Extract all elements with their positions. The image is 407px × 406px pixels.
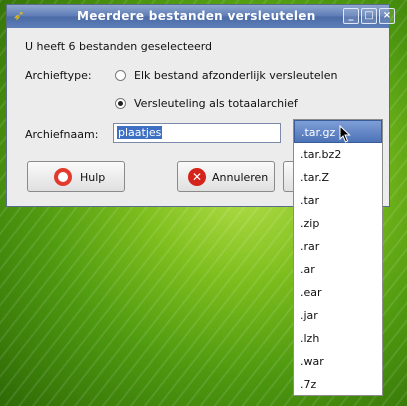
dropdown-option[interactable]: .ear: [294, 281, 382, 304]
archive-name-input[interactable]: plaatjes: [113, 123, 281, 143]
radio-total-label[interactable]: Versleuteling als totaalarchief: [134, 97, 298, 110]
radio-total-archive[interactable]: [115, 98, 126, 109]
cancel-button[interactable]: ✕ Annuleren: [177, 161, 275, 192]
selected-count-text: U heeft 6 bestanden geselecteerd: [25, 40, 213, 53]
archive-type-label: Archieftype:: [25, 69, 92, 82]
dropdown-option[interactable]: .jar: [294, 304, 382, 327]
archive-extension-dropdown-list[interactable]: .tar.gz .tar.bz2 .tar.Z .tar .zip .rar .ar .ear…: [293, 119, 383, 396]
dropdown-option[interactable]: .rar: [294, 235, 382, 258]
close-button[interactable]: ×: [379, 8, 395, 24]
dropdown-option[interactable]: .tar.Z: [294, 166, 382, 189]
cancel-x-icon: ✕: [188, 168, 206, 186]
archive-name-value: plaatjes: [117, 126, 163, 139]
dropdown-option[interactable]: .7z: [294, 373, 382, 396]
radio-separate-encryption[interactable]: [115, 70, 126, 81]
dropdown-option[interactable]: .ar: [294, 258, 382, 281]
mouse-cursor-icon: [339, 125, 351, 143]
key-icon: ➶: [13, 8, 25, 24]
cancel-button-label: Annuleren: [212, 171, 269, 184]
dropdown-option[interactable]: .tar.bz2: [294, 143, 382, 166]
help-button-label: Hulp: [80, 171, 106, 184]
dropdown-option[interactable]: .war: [294, 350, 382, 373]
maximize-button[interactable]: □: [361, 8, 377, 24]
radio-separate-label[interactable]: Elk bestand afzonderlijk versleutelen: [134, 69, 337, 82]
title-bar[interactable]: ➶ Meerdere bestanden versleutelen _ □ ×: [7, 5, 395, 28]
help-button[interactable]: Hulp: [27, 161, 125, 192]
lifebuoy-icon: [54, 168, 72, 186]
desktop-background: ➶ Meerdere bestanden versleutelen _ □ × …: [0, 0, 407, 406]
window-title: Meerdere bestanden versleutelen: [77, 9, 316, 23]
archive-name-label: Archiefnaam:: [25, 128, 99, 141]
minimize-button[interactable]: _: [343, 8, 359, 24]
dropdown-option[interactable]: .lzh: [294, 327, 382, 350]
dropdown-option[interactable]: .tar: [294, 189, 382, 212]
dropdown-option[interactable]: .zip: [294, 212, 382, 235]
dropdown-option[interactable]: .tar.gz: [294, 120, 382, 143]
